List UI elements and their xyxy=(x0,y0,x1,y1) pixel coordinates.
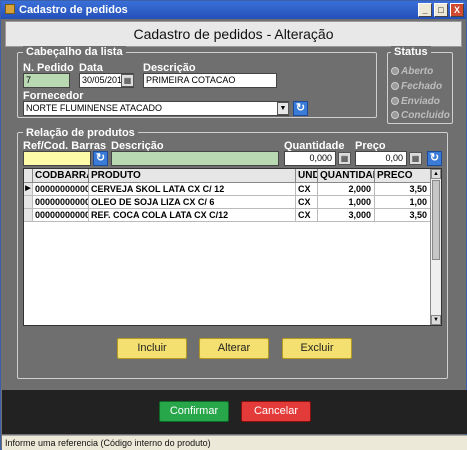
grid-header: CODBARRA PRODUTO UND QUANTIDADE PRECO xyxy=(24,169,431,183)
produto-descricao-field[interactable] xyxy=(111,151,279,166)
produtos-legend: Relação de produtos xyxy=(23,127,138,139)
table-row[interactable]: ▶ 0000000000001 CERVEJA SKOL LATA CX C/ … xyxy=(24,183,431,196)
cell-preco: 3,50 xyxy=(375,209,431,221)
calculator-icon[interactable]: ▦ xyxy=(409,152,422,165)
row-indicator xyxy=(24,196,33,208)
descricao-field[interactable]: PRIMEIRA COTACAO xyxy=(143,73,277,88)
status-option-enviado[interactable]: Enviado xyxy=(391,96,440,107)
column-header-quantidade[interactable]: QUANTIDADE xyxy=(318,169,375,182)
cell-quantidade: 1,000 xyxy=(318,196,375,208)
footer-bar xyxy=(2,390,467,434)
preco-refresh-icon[interactable]: ↻ xyxy=(427,151,442,166)
cell-codbarra: 0000000000005 xyxy=(33,196,89,208)
excluir-button[interactable]: Excluir xyxy=(282,338,352,359)
confirm-button[interactable]: Confirmar xyxy=(159,401,229,422)
row-pointer-icon: ▶ xyxy=(24,183,33,195)
maximize-button[interactable]: □ xyxy=(434,3,448,17)
fornecedor-dropdown-icon[interactable]: ▼ xyxy=(277,102,289,115)
status-option-fechado[interactable]: Fechado xyxy=(391,81,442,92)
n-pedido-field[interactable]: 7 xyxy=(23,73,70,88)
preco-field[interactable]: 0,00 xyxy=(355,151,407,166)
produtos-grid[interactable]: CODBARRA PRODUTO UND QUANTIDADE PRECO ▶ … xyxy=(23,168,442,326)
radio-icon xyxy=(391,67,399,75)
cell-quantidade: 2,000 xyxy=(318,183,375,195)
cell-produto: CERVEJA SKOL LATA CX C/ 12 xyxy=(89,183,296,195)
scroll-down-icon[interactable]: ▼ xyxy=(431,315,441,325)
scroll-thumb[interactable] xyxy=(432,180,440,260)
column-header-preco[interactable]: PRECO xyxy=(375,169,431,182)
radio-icon xyxy=(391,82,399,90)
cell-quantidade: 3,000 xyxy=(318,209,375,221)
fornecedor-select[interactable]: NORTE FLUMINENSE ATACADO xyxy=(23,101,289,116)
status-bar: Informe uma referencia (Código interno d… xyxy=(2,435,467,450)
cell-produto: OLEO DE SOJA LIZA CX C/ 6 xyxy=(89,196,296,208)
scroll-up-icon[interactable]: ▲ xyxy=(431,169,441,179)
table-row[interactable]: 0000000000002 REF. COCA COLA LATA CX C/1… xyxy=(24,209,431,222)
cell-codbarra: 0000000000001 xyxy=(33,183,89,195)
incluir-button[interactable]: Incluir xyxy=(117,338,187,359)
minimize-button[interactable]: _ xyxy=(418,3,432,17)
ref-field[interactable] xyxy=(23,151,91,166)
table-row[interactable]: 0000000000005 OLEO DE SOJA LIZA CX C/ 6 … xyxy=(24,196,431,209)
alterar-button[interactable]: Alterar xyxy=(199,338,269,359)
cell-und: CX xyxy=(296,209,318,221)
cell-codbarra: 0000000000002 xyxy=(33,209,89,221)
order-window: Cadastro de pedidos _ □ X Cadastro de pe… xyxy=(0,0,467,450)
window-title: Cadastro de pedidos xyxy=(19,4,128,16)
radio-icon xyxy=(391,97,399,105)
column-header-produto[interactable]: PRODUTO xyxy=(89,169,296,182)
cell-und: CX xyxy=(296,196,318,208)
ref-search-icon[interactable]: ↻ xyxy=(93,151,108,166)
fornecedor-search-icon[interactable]: ↻ xyxy=(293,101,308,116)
status-option-aberto[interactable]: Aberto xyxy=(391,66,433,77)
cell-preco: 1,00 xyxy=(375,196,431,208)
cell-preco: 3,50 xyxy=(375,183,431,195)
close-button[interactable]: X xyxy=(450,3,464,17)
title-bar: Cadastro de pedidos _ □ X xyxy=(1,1,466,19)
app-icon xyxy=(5,4,15,14)
status-option-concluido[interactable]: Concluido xyxy=(391,110,450,121)
row-indicator xyxy=(24,209,33,221)
calculator-icon[interactable]: ▦ xyxy=(338,152,351,165)
column-header-und[interactable]: UND xyxy=(296,169,318,182)
grid-indicator-header xyxy=(24,169,33,182)
cell-und: CX xyxy=(296,183,318,195)
grid-scrollbar[interactable]: ▲ ▼ xyxy=(430,169,441,325)
cell-produto: REF. COCA COLA LATA CX C/12 xyxy=(89,209,296,221)
radio-icon xyxy=(391,111,399,119)
window-controls: _ □ X xyxy=(418,3,464,17)
column-header-codbarra[interactable]: CODBARRA xyxy=(33,169,89,182)
status-legend: Status xyxy=(391,46,431,58)
quantidade-field[interactable]: 0,000 xyxy=(284,151,336,166)
cancel-button[interactable]: Cancelar xyxy=(241,401,311,422)
cabecalho-legend: Cabeçalho da lista xyxy=(23,46,126,58)
calendar-icon[interactable]: ▦ xyxy=(121,74,134,87)
page-title: Cadastro de pedidos - Alteração xyxy=(5,21,462,47)
